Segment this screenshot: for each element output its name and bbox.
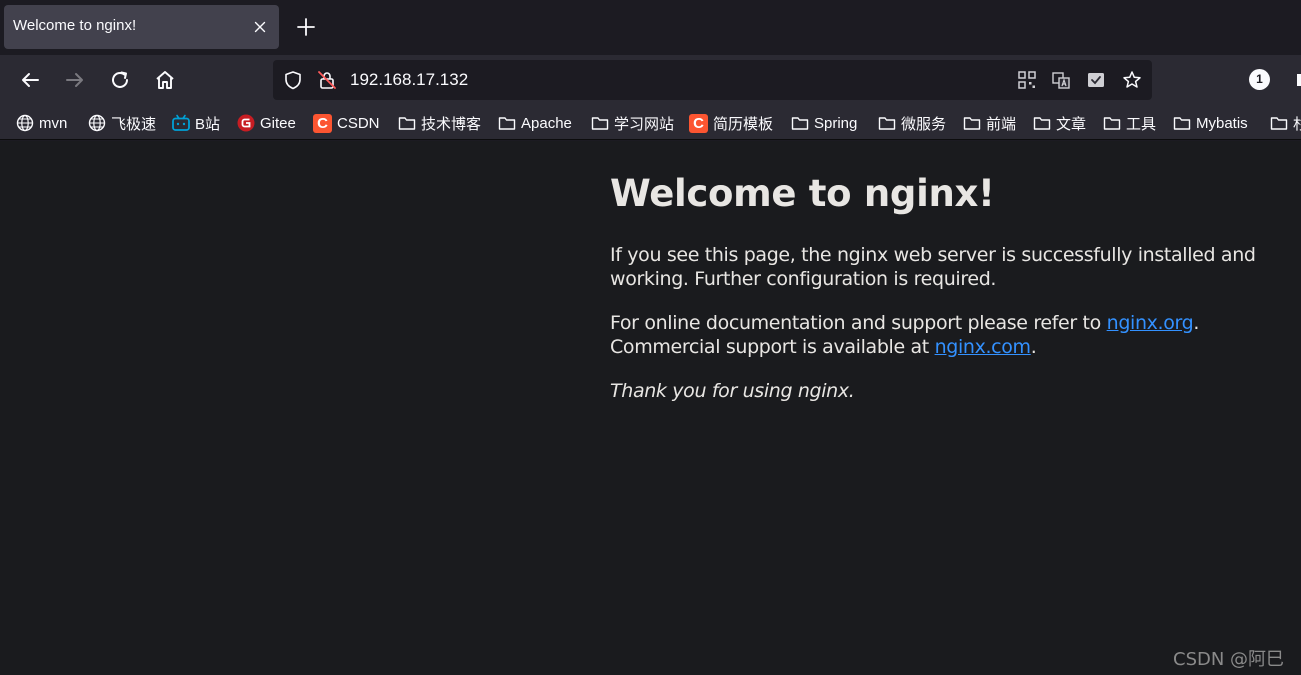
docs-line-1-suffix: .: [1193, 312, 1200, 334]
folder-icon: [591, 117, 609, 130]
docs-line-2-suffix: .: [1030, 336, 1037, 358]
intro-paragraph: If you see this page, the nginx web serv…: [610, 243, 1256, 291]
star-icon[interactable]: [1121, 69, 1143, 91]
bookmark-item[interactable]: 工具: [1102, 111, 1156, 135]
folder-icon: [1173, 117, 1191, 130]
bookmark-item[interactable]: B站: [171, 111, 220, 135]
folder-icon: [498, 117, 516, 130]
close-icon[interactable]: [252, 19, 268, 35]
docs-line-1: For online documentation and support ple…: [610, 312, 1107, 334]
nginx-com-link[interactable]: nginx.com: [935, 336, 1031, 358]
csdn-icon: C: [689, 113, 708, 133]
page-title: Welcome to nginx!: [610, 172, 995, 215]
bookmark-label: 学习网站: [614, 115, 675, 133]
bookmark-item[interactable]: C CSDN: [313, 111, 380, 135]
bookmark-label: 工具: [1126, 115, 1157, 133]
folder-icon: [1103, 117, 1121, 130]
bookmark-item[interactable]: 杉: [1269, 111, 1301, 135]
page-viewport: Welcome to nginx! If you see this page, …: [0, 141, 1301, 675]
bookmark-item[interactable]: C 简历模板: [689, 111, 773, 135]
bookmark-label: Spring: [814, 114, 858, 132]
browser-window: Welcome to nginx! 192.168.17.132 1 mvn 飞…: [0, 0, 1301, 675]
bookmark-item[interactable]: 文章: [1032, 111, 1086, 135]
docs-paragraph: For online documentation and support ple…: [610, 311, 1250, 359]
bookmark-item[interactable]: Apache: [497, 111, 572, 135]
bookmark-label: mvn: [39, 114, 68, 132]
plus-icon[interactable]: [292, 13, 320, 41]
forward-arrow-icon[interactable]: [61, 66, 89, 94]
thanks-text: Thank you for using nginx.: [610, 380, 855, 402]
screenshot-icon[interactable]: [1085, 69, 1107, 91]
folder-icon: [398, 117, 416, 130]
bookmark-label: Gitee: [260, 114, 296, 132]
csdn-icon: C: [313, 113, 332, 133]
bookmark-label: 飞极速: [111, 115, 157, 133]
bookmark-label: 前端: [986, 115, 1017, 133]
reload-icon[interactable]: [106, 66, 134, 94]
address-bar[interactable]: 192.168.17.132: [273, 60, 1152, 100]
bookmark-label: 技术博客: [421, 115, 482, 133]
globe-icon: [88, 114, 106, 132]
bookmark-item[interactable]: Mybatis: [1172, 111, 1248, 135]
tab-active[interactable]: Welcome to nginx!: [4, 5, 279, 49]
nav-toolbar: 192.168.17.132 1: [0, 55, 1301, 106]
nginx-welcome-page: Welcome to nginx! If you see this page, …: [610, 171, 1256, 423]
translate-icon[interactable]: [1050, 69, 1072, 91]
bookmarks-toolbar: mvn 飞极速 B站 Gitee C CSDN 技术博客 Apache 学习网站 C 简历模板 Spr…: [0, 106, 1301, 140]
bookmark-label: 简历模板: [713, 115, 774, 133]
bookmark-item[interactable]: mvn: [15, 111, 67, 135]
nginx-org-link[interactable]: nginx.org: [1107, 312, 1194, 334]
bookmark-label: 文章: [1056, 115, 1087, 133]
qr-code-icon[interactable]: [1016, 69, 1038, 91]
docs-line-2: Commercial support is available at: [610, 336, 935, 358]
tab-strip: Welcome to nginx!: [0, 0, 1301, 55]
folder-icon: [878, 117, 896, 130]
bookmark-item[interactable]: 飞极速: [87, 111, 156, 135]
folder-icon: [791, 117, 809, 130]
extension-icon[interactable]: [1293, 70, 1301, 90]
watermark: CSDN @阿巳: [1173, 649, 1285, 670]
bilibili-icon: [172, 114, 190, 131]
bookmark-label: 微服务: [901, 115, 947, 133]
extension-badge-icon[interactable]: 1: [1249, 69, 1270, 90]
bookmark-item[interactable]: Spring: [790, 111, 857, 135]
folder-icon: [1033, 117, 1051, 130]
bookmark-item[interactable]: 学习网站: [590, 111, 674, 135]
bookmark-item[interactable]: 技术博客: [397, 111, 481, 135]
folder-icon: [963, 117, 981, 130]
bookmark-label: B站: [195, 115, 221, 133]
url-text: 192.168.17.132: [350, 70, 469, 89]
home-icon[interactable]: [151, 66, 179, 94]
tab-title: Welcome to nginx!: [13, 17, 137, 34]
bookmark-item[interactable]: 前端: [962, 111, 1016, 135]
bookmark-label: CSDN: [337, 114, 380, 132]
bookmark-item[interactable]: 微服务: [877, 111, 946, 135]
gitee-icon: [237, 114, 255, 132]
intro-line-1: If you see this page, the nginx web serv…: [610, 244, 1256, 266]
globe-icon: [16, 114, 34, 132]
shield-icon[interactable]: [282, 69, 304, 91]
back-arrow-icon[interactable]: [16, 66, 44, 94]
bookmark-label: Mybatis: [1196, 114, 1248, 132]
bookmark-label: Apache: [521, 114, 572, 132]
folder-icon: [1270, 117, 1288, 130]
intro-line-2: working. Further configuration is requir…: [610, 268, 997, 290]
bookmark-label: 杉: [1293, 113, 1301, 134]
insecure-lock-icon[interactable]: [316, 69, 338, 91]
bookmark-item[interactable]: Gitee: [236, 111, 296, 135]
